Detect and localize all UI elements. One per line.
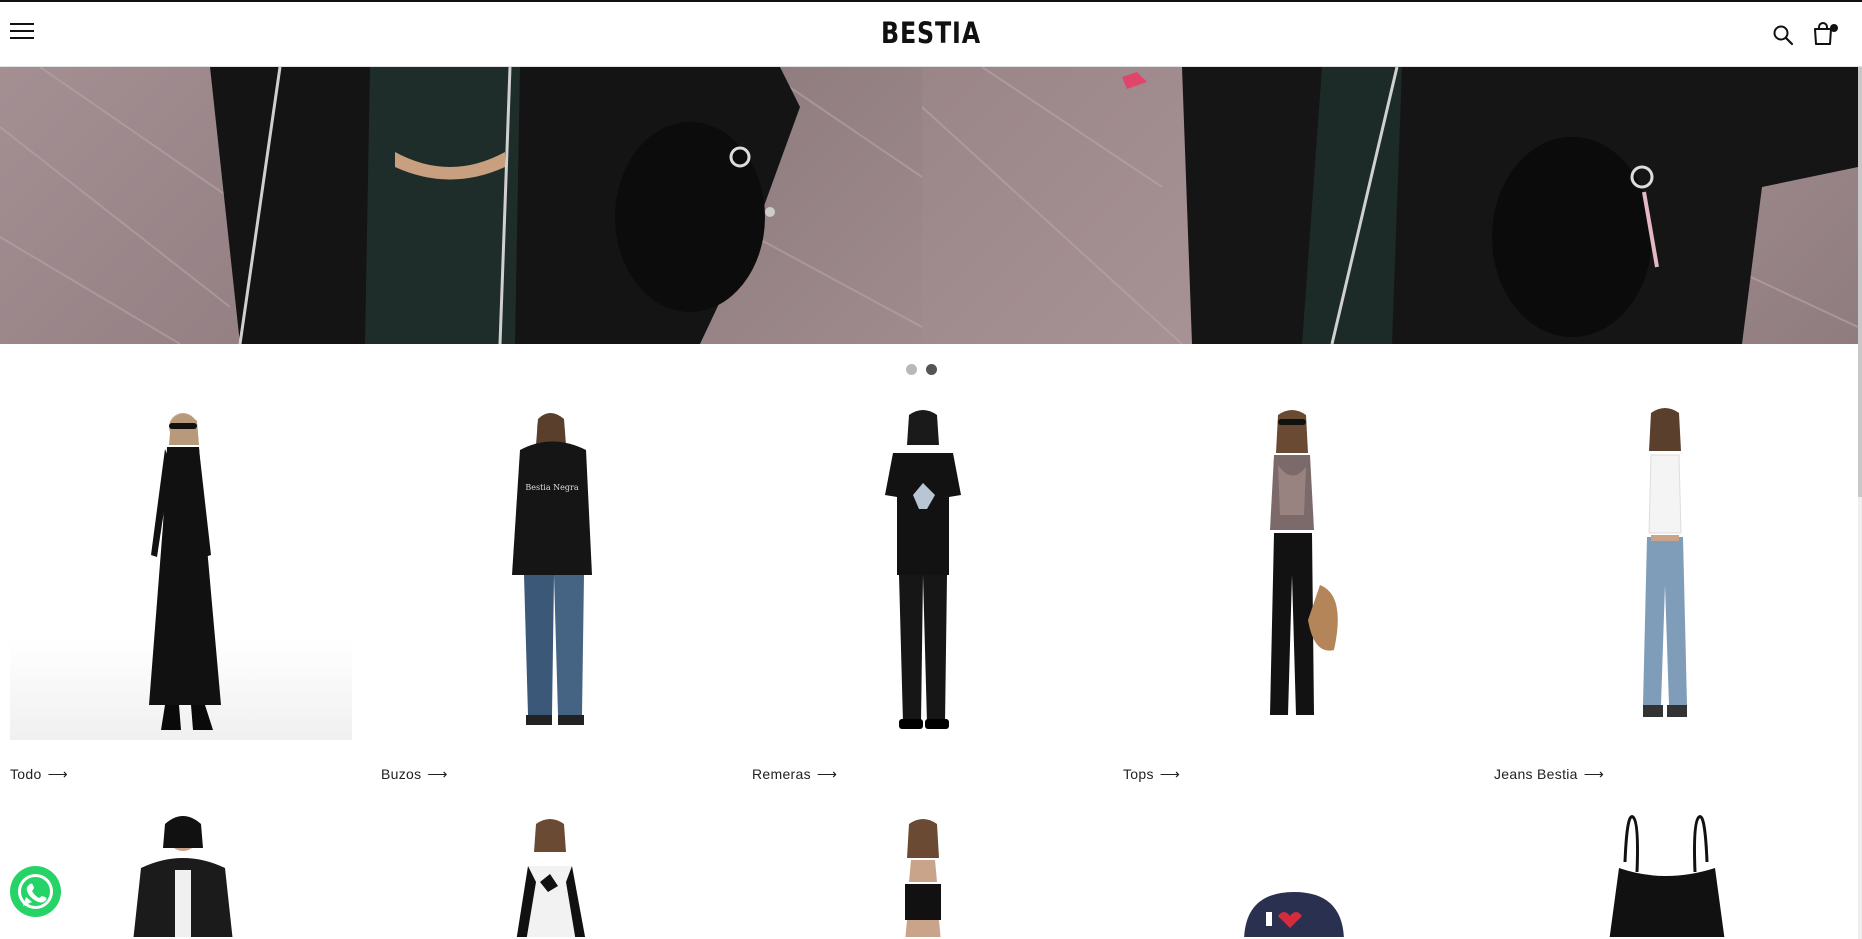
category-image[interactable] <box>752 812 1094 937</box>
arrow-right-icon: ⟶ <box>47 766 68 782</box>
cart-badge <box>1830 24 1838 32</box>
category-link-remeras[interactable]: Remeras ⟶ <box>752 766 837 783</box>
category-card[interactable] <box>1494 812 1836 937</box>
arrow-right-icon: ⟶ <box>427 766 448 782</box>
hero-slide-image <box>0 67 923 344</box>
category-image[interactable] <box>1123 812 1465 937</box>
whatsapp-icon[interactable] <box>10 866 61 917</box>
category-card[interactable] <box>10 812 352 937</box>
category-card-jeans-bestia[interactable]: Jeans Bestia ⟶ <box>1494 405 1836 782</box>
hero-slide-image <box>921 67 1858 344</box>
category-image[interactable] <box>1494 405 1836 740</box>
brand-logo[interactable]: BESTIA <box>168 16 1695 50</box>
category-label[interactable]: Tops <box>1123 766 1154 782</box>
category-image[interactable] <box>10 812 352 937</box>
category-card[interactable] <box>752 812 1094 937</box>
category-label[interactable]: Buzos <box>381 766 421 782</box>
hero-slider[interactable] <box>0 67 1858 344</box>
category-link-tops[interactable]: Tops ⟶ <box>1123 766 1180 783</box>
category-image[interactable] <box>1494 812 1836 937</box>
category-label[interactable]: Jeans Bestia <box>1494 766 1578 782</box>
category-image[interactable] <box>752 405 1094 740</box>
shopping-bag-icon[interactable] <box>1812 22 1838 48</box>
svg-text:Bestia Negra: Bestia Negra <box>525 483 578 492</box>
category-label[interactable]: Remeras <box>752 766 811 782</box>
search-icon[interactable] <box>1772 24 1794 46</box>
category-link-todo[interactable]: Todo ⟶ <box>10 766 68 783</box>
arrow-right-icon: ⟶ <box>816 766 838 782</box>
category-card-tops[interactable]: Tops ⟶ <box>1123 405 1465 782</box>
category-link-jeans-bestia[interactable]: Jeans Bestia ⟶ <box>1494 766 1604 783</box>
category-card[interactable] <box>381 812 723 937</box>
arrow-right-icon: ⟶ <box>1583 766 1605 782</box>
category-card-remeras[interactable]: Remeras ⟶ <box>752 405 1094 782</box>
slider-dot-2-active[interactable] <box>926 364 937 375</box>
category-card[interactable] <box>1123 812 1465 937</box>
category-card-todo[interactable]: Todo ⟶ <box>10 405 352 782</box>
category-image[interactable]: Bestia Negra <box>381 405 723 740</box>
category-image[interactable] <box>381 812 723 937</box>
category-image[interactable] <box>10 405 352 740</box>
hamburger-menu-icon[interactable] <box>10 23 34 41</box>
slider-dot-1[interactable] <box>906 364 917 375</box>
category-label[interactable]: Todo <box>10 766 42 782</box>
scrollbar-thumb[interactable] <box>1858 67 1862 497</box>
slider-pagination <box>906 364 946 376</box>
category-card-buzos[interactable]: Bestia Negra Buzos ⟶ <box>381 405 723 782</box>
arrow-right-icon: ⟶ <box>1159 766 1181 782</box>
category-link-buzos[interactable]: Buzos ⟶ <box>381 766 448 783</box>
site-header: BESTIA <box>0 0 1862 67</box>
category-image[interactable] <box>1123 405 1465 740</box>
